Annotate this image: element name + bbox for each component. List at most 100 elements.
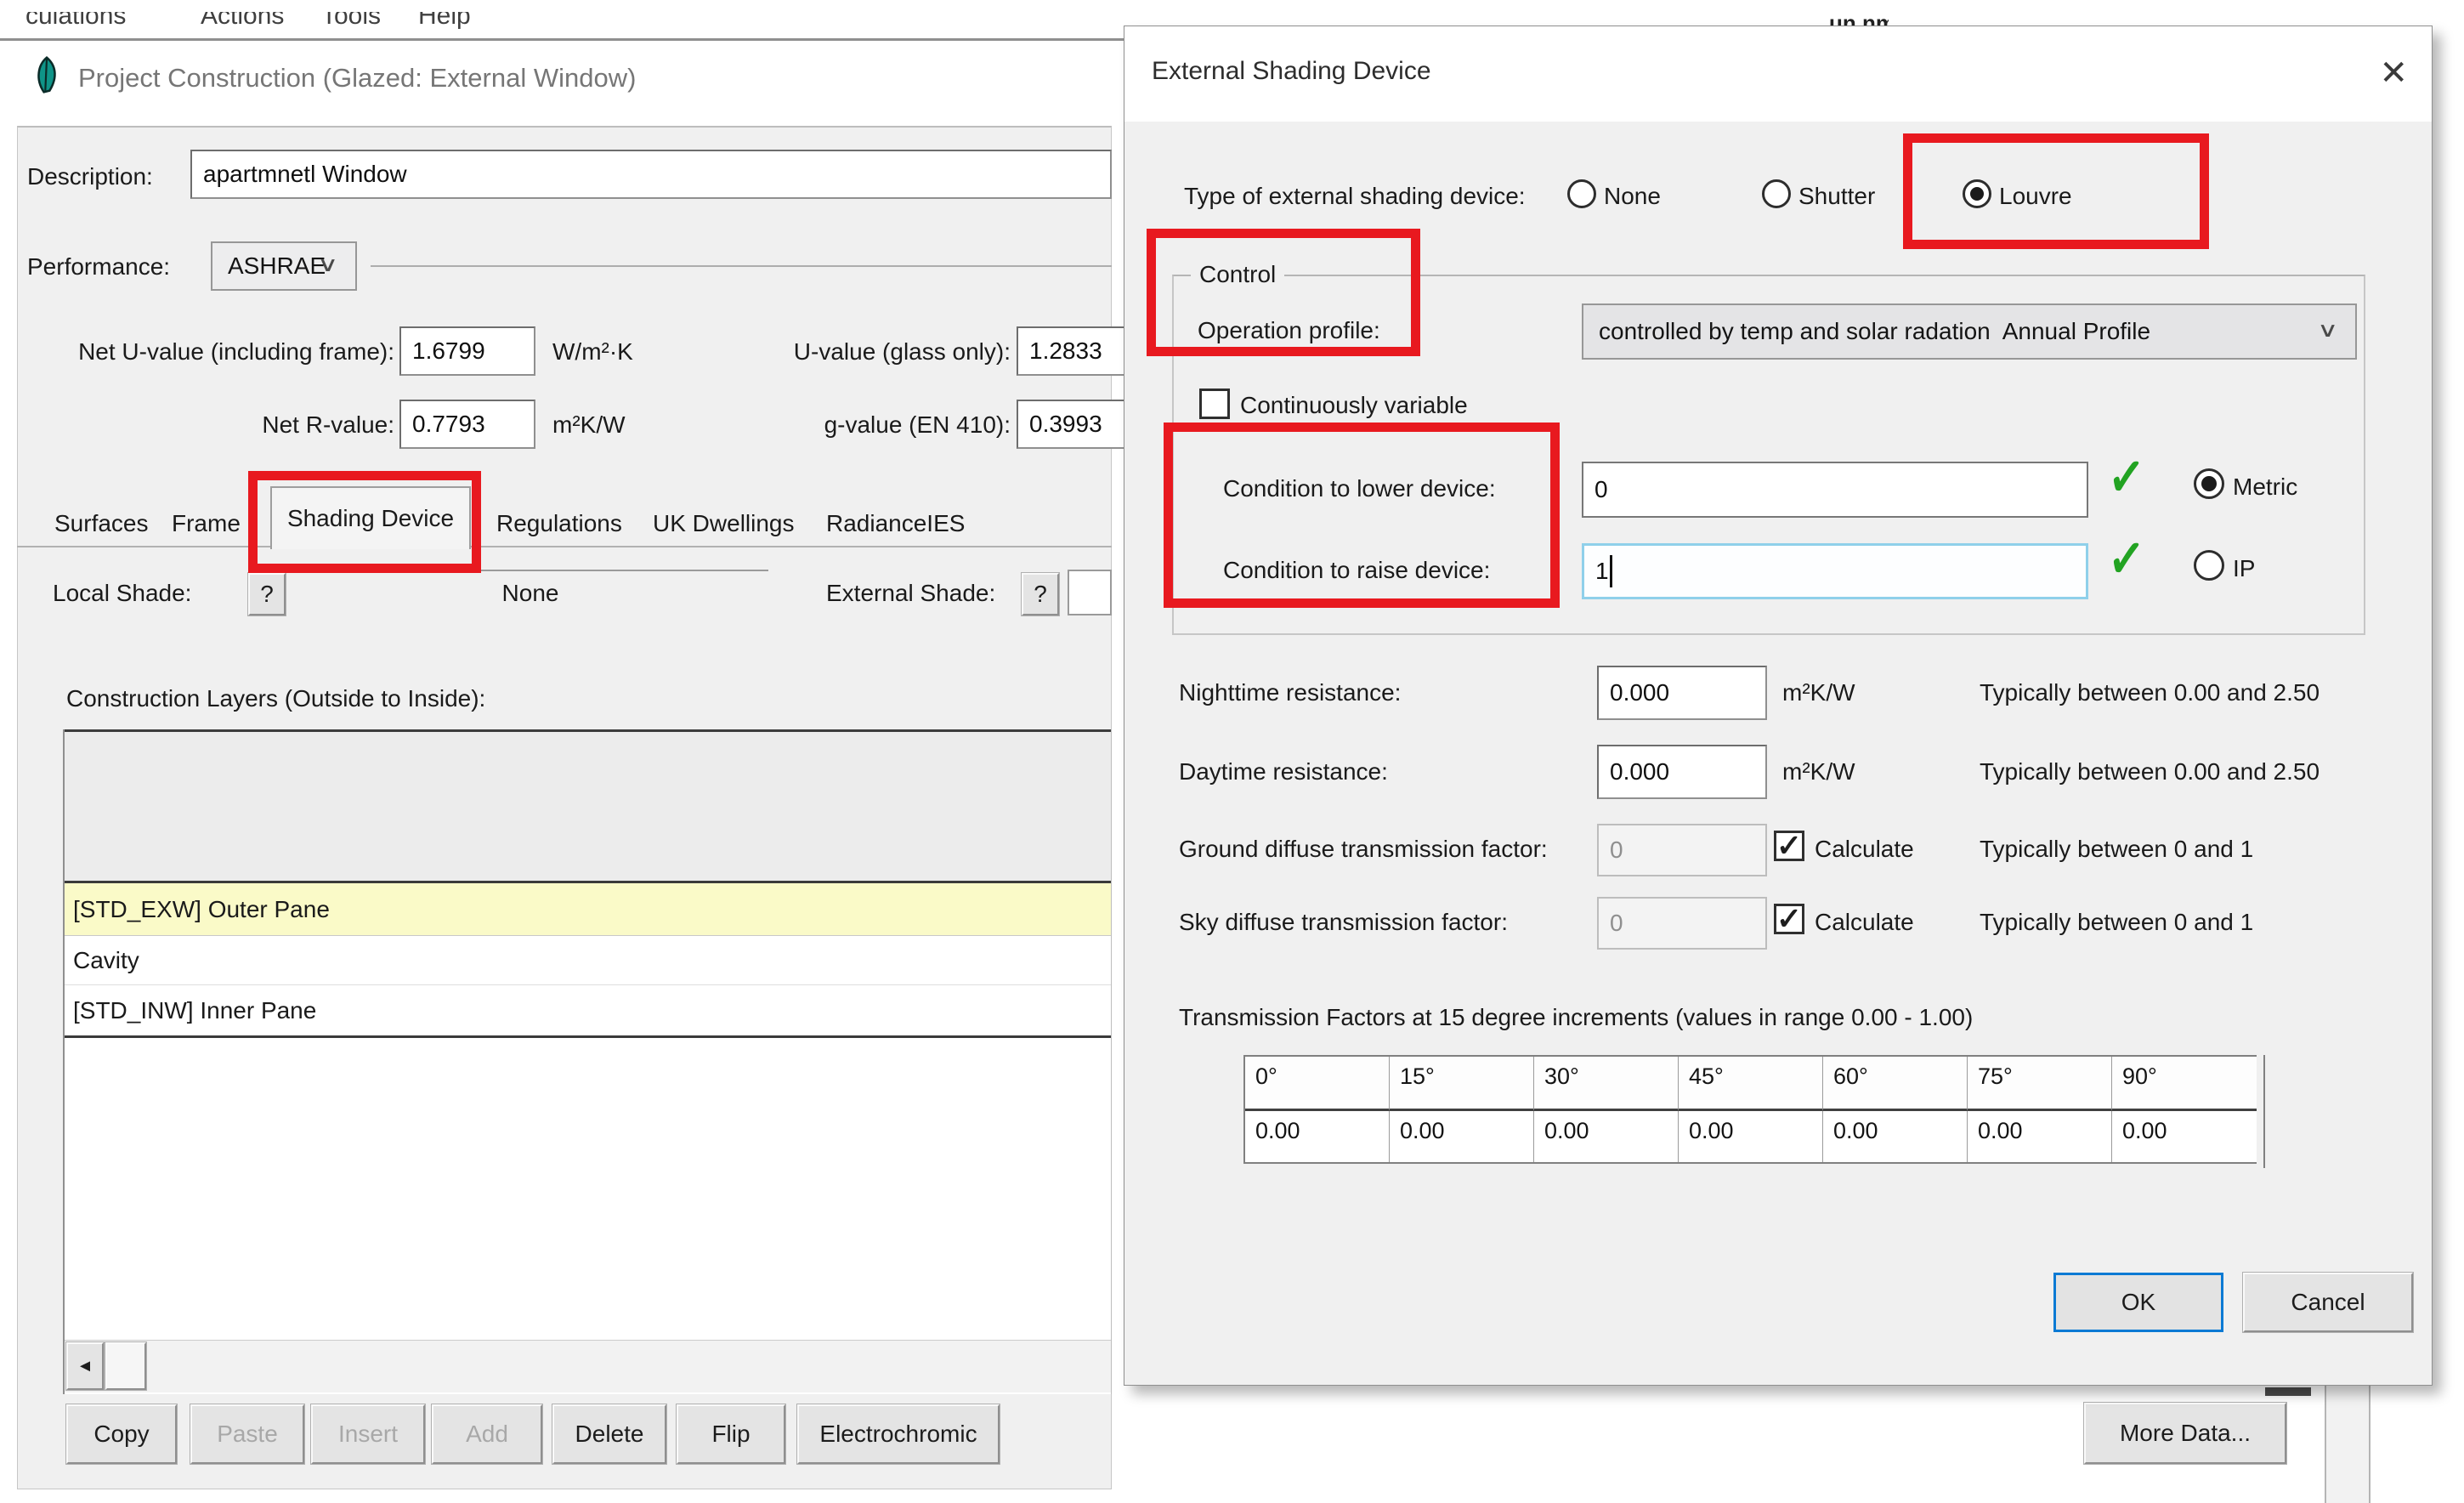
net-r-input[interactable]: 0.7793 xyxy=(399,400,535,449)
radio-shutter[interactable] xyxy=(1762,179,1791,208)
ground-diffuse-note: Typically between 0 and 1 xyxy=(1980,836,2254,862)
local-shade-value: None xyxy=(292,570,768,615)
tab-surfaces[interactable]: Surfaces xyxy=(54,510,149,537)
annotation-box-conditions xyxy=(1164,423,1560,608)
condition-raise-input[interactable]: 1 xyxy=(1582,543,2088,599)
local-shade-help-button[interactable]: ? xyxy=(248,573,286,615)
net-r-unit: m²K/W xyxy=(552,411,626,438)
tab-uk-dwellings[interactable]: UK Dwellings xyxy=(653,510,795,537)
menu-item-actions[interactable]: Actions xyxy=(201,12,284,31)
description-input[interactable]: apartmnetl Window xyxy=(190,150,1112,199)
transmission-header-cell: 30° xyxy=(1534,1057,1679,1111)
external-shading-device-dialog: External Shading Device ✕ Type of extern… xyxy=(1124,26,2433,1386)
transmission-value-cell[interactable]: 0.00 xyxy=(1534,1111,1679,1162)
sky-calculate-checkbox[interactable]: ✓ xyxy=(1774,904,1804,934)
close-icon[interactable]: ✕ xyxy=(2379,54,2408,93)
condition-lower-input[interactable]: 0 xyxy=(1582,462,2088,518)
radio-none[interactable] xyxy=(1567,179,1596,208)
transmission-value-cell[interactable]: 0.00 xyxy=(1245,1111,1390,1162)
transmission-header-cell: 0° xyxy=(1245,1057,1390,1111)
transmission-value-cell[interactable]: 0.00 xyxy=(1390,1111,1534,1162)
more-data-button[interactable]: More Data... xyxy=(2084,1403,2286,1464)
scrollbar-thumb[interactable] xyxy=(105,1342,146,1390)
delete-button[interactable]: Delete xyxy=(552,1404,666,1464)
add-button[interactable]: Add xyxy=(432,1404,542,1464)
ok-button[interactable]: OK xyxy=(2053,1273,2223,1332)
app-icon xyxy=(32,56,61,94)
radio-ip[interactable] xyxy=(2194,550,2224,581)
external-shade-field[interactable] xyxy=(1068,570,1112,615)
cancel-button[interactable]: Cancel xyxy=(2243,1273,2413,1332)
tab-content-top-border xyxy=(17,546,1112,547)
sky-diffuse-note: Typically between 0 and 1 xyxy=(1980,909,2254,935)
layers-table-header xyxy=(65,732,1111,881)
valid-check-icon: ✓ xyxy=(2106,526,2147,591)
external-shade-label: External Shade: xyxy=(826,580,996,606)
transmission-value-cell[interactable]: 0.00 xyxy=(1968,1111,2112,1162)
g-value-label: g-value (EN 410): xyxy=(824,411,1011,438)
menu-item-tools[interactable]: Tools xyxy=(321,12,381,31)
radio-none-label[interactable]: None xyxy=(1604,183,1661,210)
screen: culations Actions Tools Help un nm Proje… xyxy=(0,0,2464,1503)
transmission-table-edge-line xyxy=(2263,1055,2265,1168)
electrochromic-button[interactable]: Electrochromic xyxy=(797,1404,1000,1464)
transmission-header-cell: 75° xyxy=(1968,1057,2112,1111)
nighttime-resistance-note: Typically between 0.00 and 2.50 xyxy=(1980,679,2320,706)
transmission-label: Transmission Factors at 15 degree increm… xyxy=(1179,1004,1974,1030)
continuously-variable-label[interactable]: Continuously variable xyxy=(1240,392,1468,419)
radio-ip-label[interactable]: IP xyxy=(2233,555,2255,582)
menu-item-help[interactable]: Help xyxy=(418,12,471,31)
radio-metric-label[interactable]: Metric xyxy=(2233,474,2297,501)
annotation-box-louvre xyxy=(1903,133,2209,249)
sky-calculate-label[interactable]: Calculate xyxy=(1815,909,1914,936)
tab-regulations[interactable]: Regulations xyxy=(496,510,622,537)
layer-row-selected[interactable]: [STD_EXW] Outer Pane xyxy=(65,883,1111,936)
ground-diffuse-input: 0 xyxy=(1597,824,1767,876)
layers-hscrollbar[interactable]: ◄ xyxy=(65,1340,1111,1392)
layer-row[interactable]: Cavity xyxy=(65,937,1111,985)
daytime-resistance-input[interactable]: 0.000 xyxy=(1597,745,1767,799)
insert-button[interactable]: Insert xyxy=(311,1404,425,1464)
layer-row[interactable]: [STD_INW] Inner Pane xyxy=(65,986,1111,1035)
ground-calculate-checkbox[interactable]: ✓ xyxy=(1774,831,1804,861)
net-u-label: Net U-value (including frame): xyxy=(78,338,394,365)
transmission-header-cell: 15° xyxy=(1390,1057,1534,1111)
transmission-value-cell[interactable]: 0.00 xyxy=(1679,1111,1823,1162)
radio-metric[interactable] xyxy=(2194,468,2224,499)
tab-radianceies[interactable]: RadianceIES xyxy=(826,510,965,537)
ground-calculate-label[interactable]: Calculate xyxy=(1815,836,1914,863)
layers-row-border xyxy=(65,1035,1111,1038)
u-glass-input[interactable]: 1.2833 xyxy=(1017,326,1136,376)
scroll-left-button[interactable]: ◄ xyxy=(66,1342,104,1390)
nighttime-resistance-input[interactable]: 0.000 xyxy=(1597,666,1767,720)
menu-item-calculations[interactable]: culations xyxy=(25,12,126,31)
transmission-value-cell[interactable]: 0.00 xyxy=(2112,1111,2257,1162)
paste-button[interactable]: Paste xyxy=(190,1404,304,1464)
radio-shutter-label[interactable]: Shutter xyxy=(1798,183,1875,210)
sky-diffuse-label: Sky diffuse transmission factor: xyxy=(1179,909,1508,935)
performance-combobox[interactable]: ASHRAE ∨ xyxy=(211,241,357,291)
g-value-input[interactable]: 0.3993 xyxy=(1017,400,1136,449)
daytime-resistance-unit: m²K/W xyxy=(1782,758,1855,785)
description-label: Description: xyxy=(27,163,153,190)
left-arrow-icon: ◄ xyxy=(76,1356,93,1375)
chevron-down-icon: ∨ xyxy=(2317,319,2338,342)
annotation-box-shading-device-tab xyxy=(248,471,481,573)
operation-profile-combobox[interactable]: controlled by temp and solar radation An… xyxy=(1582,303,2357,360)
copy-button[interactable]: Copy xyxy=(66,1404,177,1464)
valid-check-icon: ✓ xyxy=(2106,445,2147,509)
net-u-unit: W/m²·K xyxy=(552,338,633,365)
transmission-header-cell: 45° xyxy=(1679,1057,1823,1111)
sky-diffuse-input: 0 xyxy=(1597,897,1767,950)
net-u-input[interactable]: 1.6799 xyxy=(399,326,535,376)
continuously-variable-checkbox[interactable] xyxy=(1199,389,1230,419)
flip-button[interactable]: Flip xyxy=(677,1404,785,1464)
text-caret xyxy=(1609,555,1612,587)
transmission-value-cell[interactable]: 0.00 xyxy=(1823,1111,1968,1162)
external-shade-help-button[interactable]: ? xyxy=(1022,573,1059,615)
check-icon: ✓ xyxy=(1776,828,1803,863)
vertical-scrollbar-fragment[interactable] xyxy=(2325,1386,2371,1503)
tab-frame[interactable]: Frame xyxy=(172,510,241,537)
ground-diffuse-label: Ground diffuse transmission factor: xyxy=(1179,836,1548,862)
scrollbar-thumb-fragment[interactable] xyxy=(2265,1387,2311,1396)
